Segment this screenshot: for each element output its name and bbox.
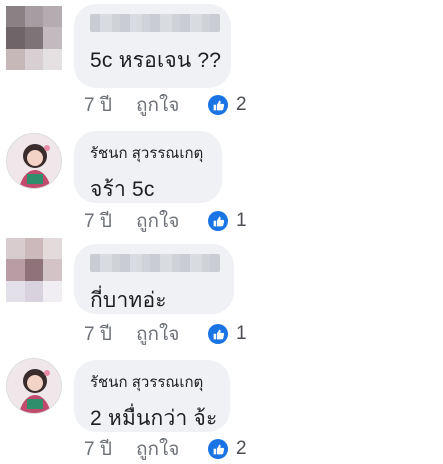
comment-age[interactable]: 7 ปี [84,319,136,349]
reaction-count[interactable]: 2 [236,438,247,460]
comment-author[interactable]: รัชนก สุวรรณเกตุ [90,141,206,165]
blurred-author-name[interactable] [90,14,220,32]
thumbs-up-icon[interactable] [208,324,228,344]
comment-text: กี่บาทอ่ะ [90,289,167,312]
like-button[interactable]: ถูกใจ [136,206,200,236]
like-button[interactable]: ถูกใจ [136,90,200,120]
comment-bubble: รัชนก สุวรรณเกตุ 2 หมื่นกว่า จ้ะ [74,360,230,432]
avatar-blurred[interactable] [6,238,62,302]
comment-meta: 7 ปี ถูกใจ 1 [84,208,247,234]
comment-author[interactable]: รัชนก สุวรรณเกตุ [90,370,214,394]
comment-bubble: รัชนก สุวรรณเกตุ จร้า 5c [74,131,222,203]
comment-thread: 5c หรอเจน ?? 7 ปี ถูกใจ 2 รัชนก สุวรรณเก… [0,0,443,464]
comment-text: 2 หมื่นกว่า จ้ะ [90,407,218,430]
comment-meta: 7 ปี ถูกใจ 2 [84,436,247,462]
avatar-photo[interactable] [6,133,62,189]
like-button[interactable]: ถูกใจ [136,319,200,349]
comment-meta: 7 ปี ถูกใจ 2 [84,92,247,118]
comment-age[interactable]: 7 ปี [84,90,136,120]
comment-bubble: กี่บาทอ่ะ [74,244,234,314]
comment-text: 5c หรอเจน ?? [90,49,222,72]
avatar-blurred[interactable] [6,6,62,70]
comment-bubble: 5c หรอเจน ?? [74,4,231,88]
comment-meta: 7 ปี ถูกใจ 1 [84,321,247,347]
comment-age[interactable]: 7 ปี [84,434,136,464]
avatar-photo[interactable] [6,358,62,414]
thumbs-up-icon[interactable] [208,439,228,459]
like-button[interactable]: ถูกใจ [136,434,200,464]
comment-text: จร้า 5c [90,178,155,201]
thumbs-up-icon[interactable] [208,211,228,231]
comment-age[interactable]: 7 ปี [84,206,136,236]
blurred-author-name[interactable] [90,254,220,272]
reaction-count[interactable]: 1 [236,210,247,232]
reaction-count[interactable]: 1 [236,323,247,345]
reaction-count[interactable]: 2 [236,94,247,116]
thumbs-up-icon[interactable] [208,95,228,115]
